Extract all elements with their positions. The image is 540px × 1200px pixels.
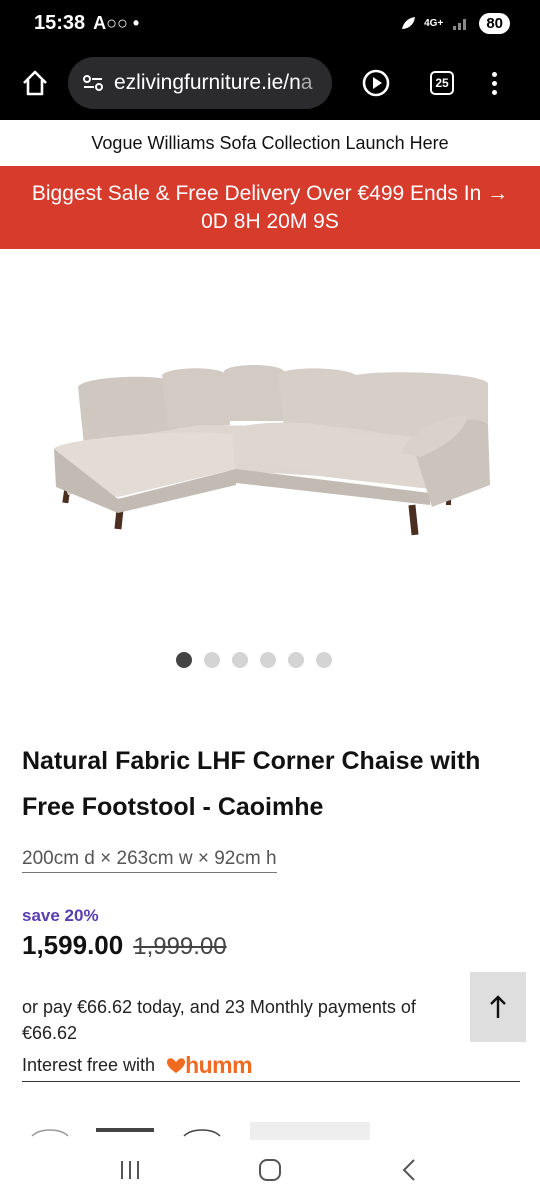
finance-text: or pay €66.62 today, and 23 Monthly paym… (22, 997, 416, 1043)
partial-content-row (0, 1120, 540, 1140)
home-button[interactable] (14, 62, 56, 104)
humm-heart-icon (167, 1058, 186, 1073)
battery-indicator: 80 (479, 12, 510, 34)
product-dimensions[interactable]: 200cm d × 263cm w × 92cm h (22, 848, 277, 873)
carousel-dots (0, 652, 524, 668)
discount-badge: save 20% (22, 906, 99, 925)
humm-logo: humm (167, 1052, 253, 1079)
carousel-dot[interactable] (232, 652, 248, 668)
url-text-fade: a (300, 71, 313, 94)
status-notification-icons: A○○ • (93, 12, 140, 33)
carousel-dot[interactable] (176, 652, 192, 668)
more-vert-icon[interactable] (492, 71, 497, 95)
back-icon[interactable] (397, 1157, 423, 1183)
leaf-icon (402, 17, 416, 29)
current-price: 1,599.00 (22, 930, 124, 960)
carousel-dot[interactable] (204, 652, 220, 668)
original-price: 1,999.00 (133, 933, 227, 960)
partial-shapes (31, 1122, 370, 1140)
arrow-up-icon (490, 995, 506, 1018)
status-time: 15:38 (34, 11, 86, 34)
network-indicator: 4G+ (424, 17, 444, 29)
recents-icon[interactable] (117, 1158, 143, 1182)
humm-finance-row[interactable]: Interest free with humm (22, 1050, 520, 1082)
carousel-dot[interactable] (288, 652, 304, 668)
sale-banner-text: Biggest Sale & Free Delivery Over €499 E… (31, 181, 509, 205)
home-icon (23, 70, 47, 96)
price-row: 1,599.00 1,999.00 (22, 930, 227, 961)
sale-banner[interactable]: Biggest Sale & Free Delivery Over €499 E… (0, 166, 540, 249)
announcement-bar[interactable]: Vogue Williams Sofa Collection Launch He… (0, 120, 540, 166)
signal-icon (453, 19, 467, 30)
carousel-dot[interactable] (316, 652, 332, 668)
tabs-count: 25 (430, 71, 454, 95)
tabs-button[interactable]: 25 (420, 61, 464, 105)
product-title: Natural Fabric LHF Corner Chaise with Fr… (22, 747, 481, 821)
back-to-top-button[interactable] (470, 972, 526, 1042)
humm-wordmark: humm (185, 1052, 253, 1078)
play-icon (362, 69, 390, 97)
play-button[interactable] (354, 61, 398, 105)
home-nav-icon[interactable] (257, 1157, 283, 1183)
sale-countdown: 0D 8H 20M 9S (201, 209, 339, 233)
carousel-dot[interactable] (260, 652, 276, 668)
status-bar: 15:38 A○○ • 4G+ 80 (0, 0, 540, 46)
interest-free-label: Interest free with (22, 1055, 156, 1075)
url-text: ezlivingfurniture.ie/n (114, 71, 301, 94)
url-bar[interactable]: ezlivingfurniture.ie/n a (68, 57, 332, 109)
site-settings-icon[interactable] (82, 74, 104, 92)
system-nav-bar (0, 1140, 540, 1200)
product-gallery[interactable] (0, 249, 540, 649)
sofa-image[interactable] (0, 249, 540, 649)
browser-toolbar: ezlivingfurniture.ie/n a 25 (0, 46, 540, 120)
